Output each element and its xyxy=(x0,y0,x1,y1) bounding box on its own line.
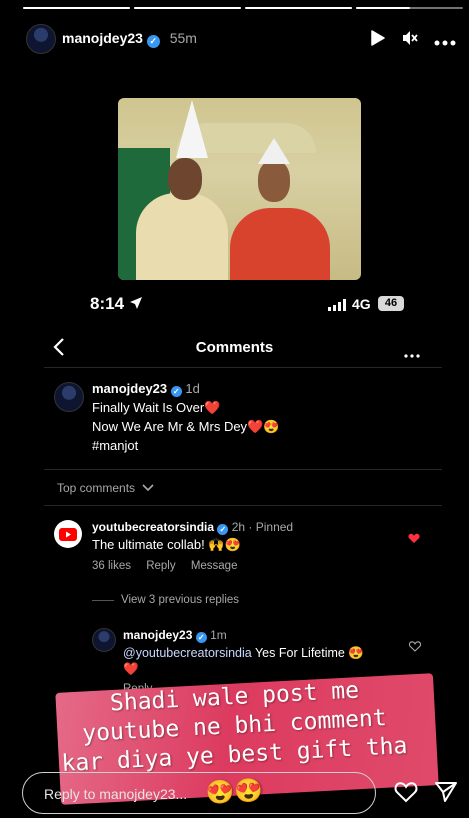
youtube-avatar[interactable] xyxy=(54,520,82,548)
comment-actions: 36 likes Reply Message xyxy=(92,560,237,572)
bride-body xyxy=(230,208,330,280)
post-username[interactable]: manojdey23 xyxy=(92,381,167,396)
divider xyxy=(44,367,442,368)
status-time: 8:14 xyxy=(90,294,143,314)
story-progress-fill xyxy=(245,7,352,9)
verified-icon: ✓ xyxy=(217,524,229,535)
reply-header: manojdey23 ✓ 1m xyxy=(123,628,227,643)
verified-icon: ✓ xyxy=(170,386,182,397)
story-progress-fill xyxy=(23,7,130,9)
post-time: 1d xyxy=(185,381,200,396)
chevron-down-icon xyxy=(142,484,154,492)
reply-input[interactable]: Reply to manojdey23... xyxy=(22,772,376,814)
network-label: 4G xyxy=(352,296,371,312)
story-progress-3 xyxy=(245,7,352,9)
post-line-1: Finally Wait Is Over❤️ xyxy=(92,400,221,415)
reply-avatar[interactable] xyxy=(92,628,116,652)
story-progress-fill xyxy=(134,7,241,9)
location-arrow-icon xyxy=(129,297,142,309)
reply-placeholder: Reply to manojdey23... xyxy=(44,786,188,802)
post-hashtag[interactable]: #manjot xyxy=(92,438,138,453)
story-progress-4 xyxy=(356,7,463,9)
reply-mention[interactable]: @youtubecreatorsindia xyxy=(123,646,252,660)
reply-text: @youtubecreatorsindia Yes For Lifetime 😍… xyxy=(123,645,393,677)
story-progress-fill xyxy=(356,7,410,9)
wedding-photo xyxy=(118,98,361,280)
mute-icon[interactable] xyxy=(401,29,419,47)
replies-divider xyxy=(92,600,114,601)
story-username[interactable]: manojdey23 ✓ 55m xyxy=(62,30,197,48)
reply-body: Yes For Lifetime 😍 xyxy=(251,646,364,660)
post-line-2: Now We Are Mr & Mrs Dey❤️😍 xyxy=(92,419,280,434)
groom-body xyxy=(136,193,228,280)
comments-more-icon[interactable] xyxy=(404,345,420,363)
top-comments-label: Top comments xyxy=(57,481,136,495)
story-time: 55m xyxy=(169,30,197,46)
divider xyxy=(44,469,442,470)
top-comments-dropdown[interactable]: Top comments xyxy=(57,481,154,495)
comment-header: youtubecreatorsindia ✓ 2h · Pinned xyxy=(92,520,293,535)
comment-likes[interactable]: 36 likes xyxy=(92,560,131,572)
post-avatar[interactable] xyxy=(54,382,84,412)
verified-icon: ✓ xyxy=(146,35,160,48)
bride-face xyxy=(258,160,290,202)
story-progress-1 xyxy=(23,7,130,9)
signal-icon xyxy=(328,298,346,316)
like-heart-icon[interactable] xyxy=(394,781,418,808)
liked-heart-icon[interactable] xyxy=(408,531,420,549)
reply-time: 1m xyxy=(210,628,227,642)
play-icon[interactable] xyxy=(371,30,385,46)
battery-badge: 46 xyxy=(378,296,404,311)
reply-heart: ❤️ xyxy=(123,662,139,676)
send-icon[interactable] xyxy=(434,781,458,808)
comment-text: The ultimate collab! 🙌😍 xyxy=(92,537,241,552)
reply-username[interactable]: manojdey23 xyxy=(123,628,192,642)
youtube-logo xyxy=(59,528,77,541)
comment-meta: 2h · Pinned xyxy=(231,520,294,534)
comment-message-button[interactable]: Message xyxy=(191,560,238,572)
reply-heart-outline-icon[interactable] xyxy=(408,639,422,657)
play-triangle-icon xyxy=(66,531,71,538)
comment-username[interactable]: youtubecreatorsindia xyxy=(92,520,214,534)
more-icon[interactable] xyxy=(433,34,457,46)
verified-icon: ✓ xyxy=(195,632,207,643)
status-time-text: 8:14 xyxy=(90,294,125,313)
story-progress-2 xyxy=(134,7,241,9)
divider xyxy=(44,505,442,506)
comments-title: Comments xyxy=(195,339,274,356)
view-previous-replies[interactable]: View 3 previous replies xyxy=(121,594,239,606)
story-avatar[interactable] xyxy=(26,24,56,54)
comment-reply-button[interactable]: Reply xyxy=(146,560,175,572)
groom-face xyxy=(168,158,202,200)
post-header: manojdey23 ✓ 1d xyxy=(92,381,200,397)
story-username-text: manojdey23 xyxy=(62,30,143,46)
